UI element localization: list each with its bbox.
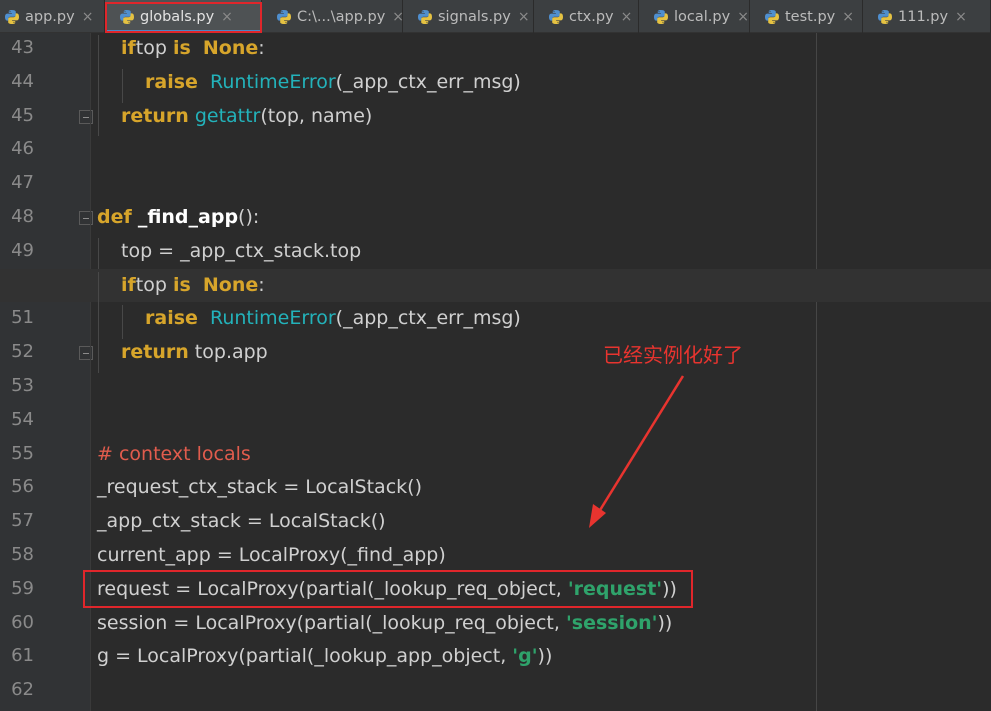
annotation-arrow xyxy=(589,375,685,528)
arrow-head xyxy=(589,504,606,528)
annotation-text: 已经实例化好了 xyxy=(603,343,743,367)
arrow-shaft xyxy=(595,375,685,516)
